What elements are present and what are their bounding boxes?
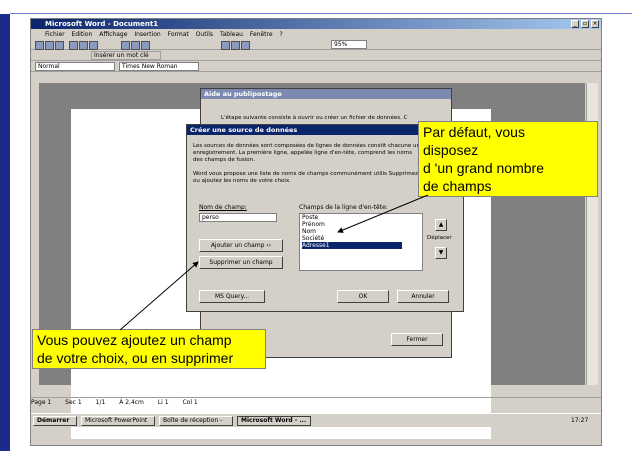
minimize-button[interactable]: _ (571, 20, 579, 28)
open-icon[interactable] (45, 41, 54, 50)
window-titlebar: Microsoft Word - Document1 (31, 19, 601, 29)
callout-line: Vous pouvez ajoutez un champ (37, 332, 232, 348)
field-name-input[interactable]: perso (199, 213, 277, 222)
task-word[interactable]: Microsoft Word - ... (237, 416, 311, 426)
status-position: À 2,4cm (119, 399, 144, 406)
status-bar: Page 1 Sec 1 1/1 À 2,4cm Li 1 Col 1 (31, 397, 601, 407)
callout-add-remove: Vous pouvez ajoutez un champ de votre ch… (32, 329, 266, 369)
paste-icon[interactable] (141, 41, 150, 50)
format-toolbar: Normal Times New Roman (31, 62, 601, 72)
close-helper-button[interactable]: Fermer (391, 333, 443, 346)
print-icon[interactable] (69, 41, 78, 50)
maximize-button[interactable]: ▫ (581, 20, 589, 28)
status-pages: 1/1 (95, 399, 106, 406)
menu-item-outils[interactable]: Outils (196, 31, 213, 38)
menu-bar: Fichier Edition Affichage Insertion Form… (31, 30, 601, 39)
mailmerge-toolbar: Insérer un mot clé (31, 51, 601, 61)
list-item-selected[interactable]: Adresse1 (302, 242, 402, 249)
start-button[interactable]: Démarrer (33, 416, 77, 426)
callout-line: d 'un grand nombre (423, 160, 544, 176)
list-item[interactable]: Société (302, 235, 422, 242)
helper-text: L'étape suivante consiste à ouvrir ou cr… (221, 115, 408, 121)
field-name-label: Nom de champ: (199, 204, 247, 211)
cut-icon[interactable] (121, 41, 130, 50)
list-item[interactable]: Nom (302, 228, 422, 235)
status-section: Sec 1 (65, 399, 82, 406)
helper-title: Aide au publipostage (201, 89, 451, 99)
ok-button[interactable]: OK (337, 290, 389, 303)
menu-item-affichage[interactable]: Affichage (99, 31, 127, 38)
style-select[interactable]: Normal (35, 62, 115, 71)
task-inbox[interactable]: Boîte de réception - (159, 416, 233, 426)
menu-item-fenetre[interactable]: Fenêtre (250, 31, 273, 38)
list-item[interactable]: Prénom (302, 221, 422, 228)
copy-icon[interactable] (131, 41, 140, 50)
slide-left-bar (0, 14, 10, 451)
slide-header (0, 0, 643, 14)
callout-line: Par défaut, vous (423, 124, 525, 140)
menu-item-insertion[interactable]: Insertion (134, 31, 160, 38)
taskbar: Démarrer Microsoft PowerPoint Boîte de r… (31, 413, 601, 427)
menu-item-tableau[interactable]: Tableau (220, 31, 243, 38)
task-powerpoint[interactable]: Microsoft PowerPoint (81, 416, 155, 426)
callout-line: de champs (423, 178, 492, 194)
dialog-hint: Word vous propose une liste de noms de c… (193, 171, 418, 184)
callout-line: de votre choix, ou en supprimer (37, 350, 234, 366)
new-doc-icon[interactable] (35, 41, 44, 50)
status-column: Col 1 (182, 399, 198, 406)
menu-item-fichier[interactable]: Fichier (45, 31, 65, 38)
dialog-intro: Les sources de données sont composées de… (193, 143, 420, 163)
status-page: Page 1 (31, 399, 52, 406)
slide-rule (10, 13, 632, 14)
list-item[interactable]: Poste (302, 214, 422, 221)
move-up-button[interactable]: ▲ (435, 219, 447, 231)
columns-icon[interactable] (241, 41, 250, 50)
callout-line: disposez (423, 142, 479, 158)
menu-item-format[interactable]: Format (168, 31, 189, 38)
spell-icon[interactable] (89, 41, 98, 50)
preview-icon[interactable] (79, 41, 88, 50)
header-fields-list[interactable]: Poste Prénom Nom Société Adresse1 (299, 213, 423, 271)
cancel-button[interactable]: Annuler (397, 290, 449, 303)
callout-default-fields: Par défaut, vous disposez d 'un grand no… (418, 121, 598, 197)
add-field-button[interactable]: Ajouter un champ ›› (199, 239, 283, 252)
remove-field-button[interactable]: Supprimer un champ (199, 256, 283, 269)
font-select[interactable]: Times New Roman (119, 62, 199, 71)
header-fields-label: Champs de la ligne d'en-tête: (299, 204, 388, 211)
move-down-button[interactable]: ▼ (435, 247, 447, 259)
standard-toolbar: 95% (31, 40, 601, 50)
ms-query-button[interactable]: MS Query... (199, 290, 265, 303)
move-label: Déplacer (427, 235, 452, 241)
insert-field-button[interactable]: Insérer un mot clé (91, 51, 161, 60)
save-icon[interactable] (55, 41, 64, 50)
clock: 17:27 (571, 417, 589, 424)
window-title: Microsoft Word - Document1 (45, 20, 159, 28)
menu-item-help[interactable]: ? (279, 31, 282, 38)
close-button[interactable]: × (591, 20, 599, 28)
menu-item-edition[interactable]: Edition (72, 31, 93, 38)
zoom-field[interactable]: 95% (331, 40, 367, 49)
table-icon[interactable] (221, 41, 230, 50)
excel-icon[interactable] (231, 41, 240, 50)
status-line: Li 1 (157, 399, 169, 406)
